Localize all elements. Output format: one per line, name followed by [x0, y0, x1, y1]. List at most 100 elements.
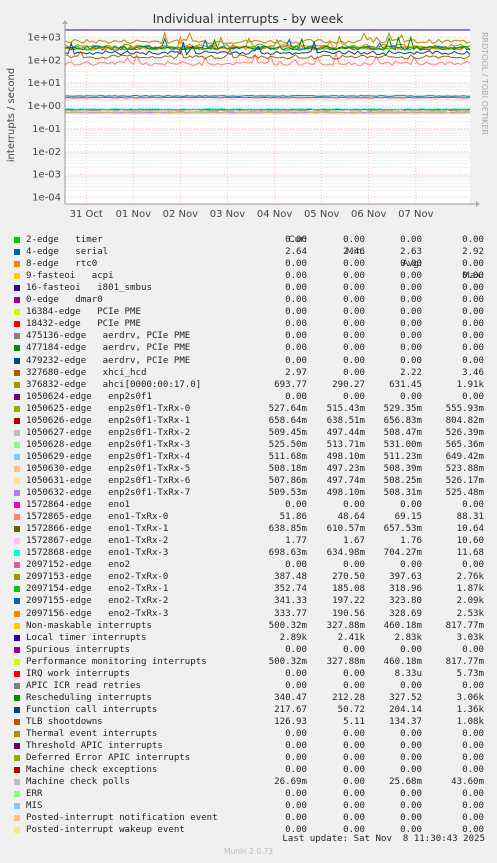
- legend-min: 0.00: [343, 753, 365, 764]
- legend-min: 497.23m: [326, 463, 365, 474]
- chart-title: Individual interrupts - by week: [153, 11, 345, 26]
- legend-cur: 387.48: [274, 572, 307, 583]
- legend-min: 0.00: [343, 777, 365, 788]
- legend-avg: 0.00: [400, 331, 422, 342]
- legend-max: 817.77m: [445, 620, 484, 631]
- legend-max: 2.76k: [456, 572, 484, 583]
- legend-row: Thermal event interrupts 0.00 0.00 0.00 0.00: [12, 728, 490, 740]
- legend-cur: 0.00: [285, 283, 307, 294]
- legend-avg: 69.15: [394, 512, 422, 523]
- series-name: 9-fasteoi: [26, 271, 76, 282]
- legend-cur: 0.00: [285, 765, 307, 776]
- series-detail: enp2s0f1: [108, 391, 152, 402]
- legend-min: 327.88m: [326, 620, 365, 631]
- x-tick-label: 06 Nov: [351, 209, 387, 220]
- legend-max: 817.77m: [445, 656, 484, 667]
- legend-label: Threshold APIC interrupts: [26, 740, 163, 752]
- legend-swatch: [14, 730, 20, 737]
- legend-max: 0.00: [462, 355, 484, 366]
- legend-avg: 0.00: [400, 813, 422, 824]
- legend-avg: 328.69: [389, 608, 422, 619]
- legend-max: 2.92: [462, 247, 484, 258]
- y-tick-label: 1e+03: [27, 32, 61, 43]
- legend-swatch: [14, 538, 20, 545]
- legend-min: 212.28: [332, 692, 365, 703]
- legend-label: Spurious interrupts: [26, 644, 130, 656]
- legend-label: 1572866-edge eno1-TxRx-1: [26, 523, 168, 535]
- legend-label: 1050625-edge enp2s0f1-TxRx-0: [26, 403, 190, 415]
- legend-avg: 0.00: [400, 789, 422, 800]
- legend-avg: 508.47m: [383, 427, 422, 438]
- legend-min: 0.00: [343, 259, 365, 270]
- legend-swatch: [14, 297, 20, 304]
- legend-swatch: [14, 779, 20, 786]
- legend-label: Function call interrupts: [26, 704, 157, 716]
- legend-max: 5.73m: [456, 668, 484, 679]
- legend-swatch: [14, 634, 20, 641]
- legend-max: 526.39m: [445, 427, 484, 438]
- legend-min: 270.50: [332, 572, 365, 583]
- legend-min: 0.00: [343, 367, 365, 378]
- legend-avg: 0.00: [400, 271, 422, 282]
- series-name: 1572865-edge: [26, 512, 92, 523]
- y-tick-label: 1e-01: [32, 124, 61, 135]
- legend-avg: 25.68m: [389, 777, 422, 788]
- legend-swatch: [14, 490, 20, 497]
- legend-min: 0.00: [343, 765, 365, 776]
- legend-label: 1572864-edge eno1: [26, 499, 130, 511]
- legend-row: 8-edge rtc0 0.00 0.00 0.00 0.00: [12, 258, 490, 270]
- legend-rows: 2-edge timer 0.00 0.00 0.00 0.00 4-edge seria…: [12, 234, 490, 836]
- series-detail: eno1: [108, 500, 131, 511]
- legend-label: Performance monitoring interrupts: [26, 656, 207, 668]
- legend-min: 498.10m: [326, 451, 365, 462]
- legend-avg: 0.00: [400, 753, 422, 764]
- legend-min: 1.67: [343, 536, 365, 547]
- legend-row: 9-fasteoi acpi 0.00 0.00 0.00 0.00: [12, 270, 490, 282]
- legend-label: 1050628-edge enp2s0f1-TxRx-3: [26, 439, 190, 451]
- legend-cur: 0.00: [285, 813, 307, 824]
- legend-min: 610.57m: [326, 524, 365, 535]
- x-tick-label: 01 Nov: [116, 209, 152, 220]
- legend-min: 498.10m: [326, 488, 365, 499]
- legend-max: 2.09k: [456, 596, 484, 607]
- legend-cur: 2.89k: [279, 632, 307, 643]
- legend-label: 376832-edge ahci[0000:00:17.0]: [26, 379, 201, 391]
- series-name: 327680-edge: [26, 367, 87, 378]
- legend-header: Cur: Min: Avg: Max:: [12, 222, 490, 281]
- legend-avg: 204.14: [389, 704, 422, 715]
- legend-max: 3.46: [462, 367, 484, 378]
- legend-label: 1050629-edge enp2s0f1-TxRx-4: [26, 451, 190, 463]
- legend-swatch: [14, 815, 20, 822]
- legend-label: 327680-edge xhci_hcd: [26, 367, 146, 379]
- series-name: 1050628-edge: [26, 439, 92, 450]
- legend-row: APIC ICR read retries 0.00 0.00 0.00 0.00: [12, 680, 490, 692]
- legend-swatch: [14, 502, 20, 509]
- legend-label: Posted-interrupt wakeup event: [26, 824, 185, 836]
- series-name: 1050629-edge: [26, 451, 92, 462]
- legend-cur: 340.47: [274, 692, 307, 703]
- legend-swatch: [14, 622, 20, 629]
- legend-cur: 0.00: [285, 319, 307, 330]
- legend-max: 525.48m: [445, 488, 484, 499]
- legend-cur: 0.00: [285, 295, 307, 306]
- series-name: 0-edge: [26, 295, 59, 306]
- legend-avg: 2.83k: [394, 632, 422, 643]
- legend-avg: 508.31m: [383, 488, 422, 499]
- x-tick-label: 05 Nov: [304, 209, 340, 220]
- series-detail: rtc0: [75, 259, 98, 270]
- series-name: 475136-edge: [26, 331, 87, 342]
- series-name: 16384-edge: [26, 307, 81, 318]
- legend-swatch: [14, 345, 20, 352]
- series-name: 2097154-edge: [26, 584, 92, 595]
- legend-max: 523.88m: [445, 463, 484, 474]
- legend-max: 1.36k: [456, 704, 484, 715]
- legend-min: 197.22: [332, 596, 365, 607]
- legend-label: 475136-edge aerdrv, PCIe PME: [26, 330, 190, 342]
- series-detail: enp2s0f1-TxRx-6: [108, 475, 191, 486]
- legend-row: Local timer interrupts 2.89k 2.41k 2.83k 3.0…: [12, 632, 490, 644]
- legend-avg: 0.00: [400, 741, 422, 752]
- series-name: 18432-edge: [26, 319, 81, 330]
- legend-swatch: [14, 333, 20, 340]
- legend-avg: 508.39m: [383, 463, 422, 474]
- series-name: 1572864-edge: [26, 500, 92, 511]
